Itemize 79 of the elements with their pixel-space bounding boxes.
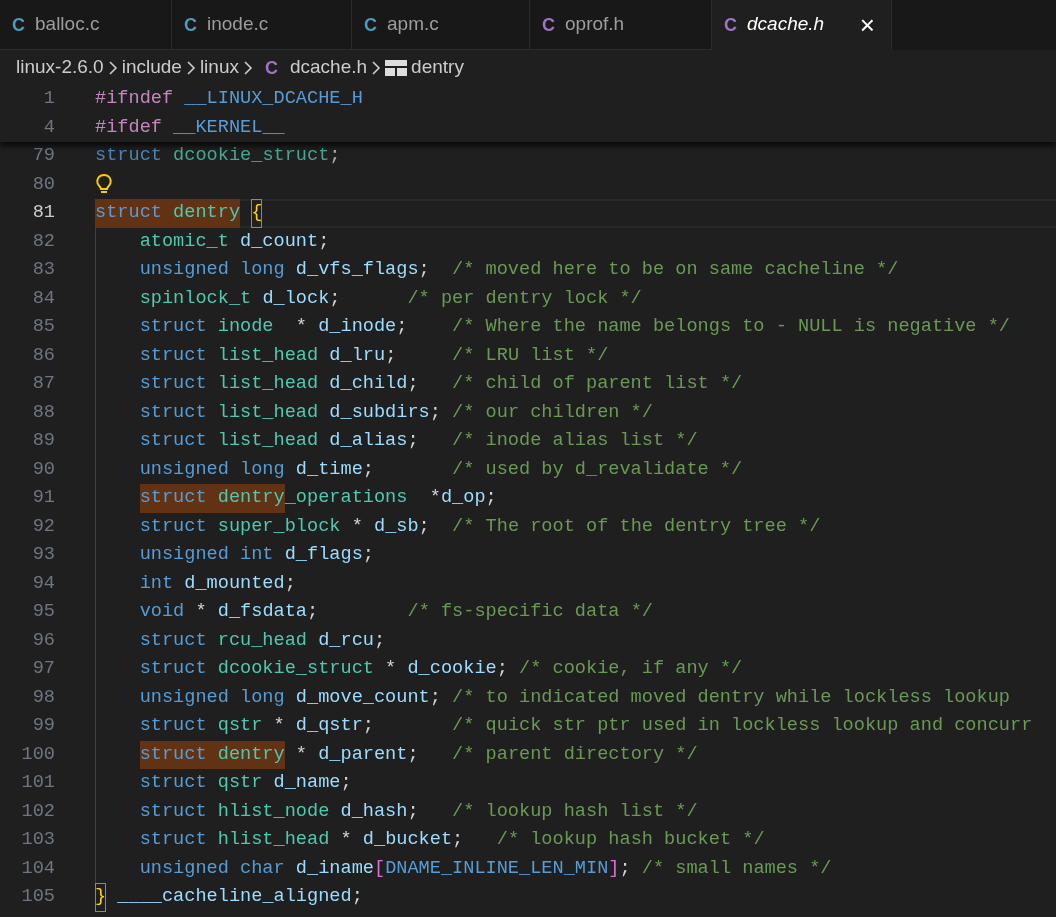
line-number: 100 (20, 742, 55, 767)
line-number: 1 (42, 87, 55, 112)
code-line: struct list_head d_lru; /* LRU list */ (95, 341, 609, 370)
code-line: unsigned char d_iname[DNAME_INLINE_LEN_MIN]; /* small names */ (95, 854, 832, 883)
code-line: struct list_head d_alias; /* inode alias list */ (95, 427, 698, 456)
editor-tab[interactable]: C inode.c (172, 0, 352, 50)
line-number: 84 (31, 286, 55, 311)
struct-icon (385, 58, 408, 77)
c-file-icon: C (264, 58, 278, 77)
code-line: struct dentry * d_parent; /* parent directory */ (95, 740, 698, 769)
editor-tab[interactable]: C balloc.c (0, 0, 172, 50)
line-number: 85 (31, 315, 55, 340)
code-line: struct super_block * d_sb; /* The root of the dentry tree */ (95, 512, 821, 541)
line-number: 98 (31, 685, 55, 710)
code-line: #ifndef __LINUX_DCACHE_H (95, 87, 363, 111)
code-line: atomic_t d_count; (95, 227, 330, 256)
line-number: 103 (20, 828, 55, 853)
line-number: 83 (31, 258, 55, 283)
code-line: struct list_head d_child; /* child of parent list */ (95, 370, 743, 399)
breadcrumb-item[interactable]: linux-2.6.0 (16, 53, 104, 82)
line-number: 91 (31, 486, 55, 511)
code-line: struct qstr * d_qstr; /* quick str ptr used in lockless lookup and concurr (95, 712, 1033, 741)
breadcrumb-item[interactable]: include (121, 53, 182, 82)
code-line: struct inode * d_inode; /* Where the name belongs to - NULL is negative */ (95, 313, 1010, 342)
line-number: 82 (31, 229, 55, 254)
close-button[interactable]: × (855, 11, 879, 38)
chevron-icon (242, 59, 253, 76)
line-number: 89 (31, 429, 55, 454)
breadcrumb-item[interactable]: dcache.h (289, 53, 368, 82)
line-number: 81 (31, 201, 55, 226)
line-number: 102 (20, 799, 55, 824)
c-file-icon: C (12, 15, 25, 34)
code-line: struct qstr d_name; (95, 769, 352, 798)
line-number: 94 (31, 571, 55, 596)
code-line: unsigned int d_flags; (95, 541, 374, 570)
line-number: 96 (31, 628, 55, 653)
line-number: 88 (31, 400, 55, 425)
editor-tab[interactable]: C apm.c (352, 0, 530, 50)
code-line: unsigned long d_time; /* used by d_revalidate */ (95, 455, 743, 484)
c-file-icon: C (724, 15, 737, 34)
code-line: struct dcookie_struct * d_cookie; /* cookie, if any */ (95, 655, 743, 684)
line-number: 86 (31, 343, 55, 368)
editor-tab[interactable]: C oprof.h (530, 0, 712, 50)
line-number: 97 (31, 657, 55, 682)
chevron-icon (185, 59, 196, 76)
chevron-icon (107, 59, 118, 76)
code-line: spinlock_t d_lock; /* per dentry lock */ (95, 284, 642, 313)
c-file-icon: C (542, 15, 555, 34)
line-number: 4 (42, 115, 55, 140)
editor-tab[interactable]: C dcache.h × (712, 0, 892, 50)
code-line: unsigned long d_move_count; /* to indicated moved dentry while lockless lookup (95, 683, 1010, 712)
code-line: void * d_fsdata; /* fs-specific data */ (95, 598, 653, 627)
code-line: } ____cacheline_aligned; (95, 883, 363, 912)
line-number: 105 (20, 885, 55, 910)
code-line: unsigned long d_vfs_flags; /* moved here to be on same cacheline */ (95, 256, 899, 285)
line-number: 101 (20, 771, 55, 796)
line-number: 90 (31, 457, 55, 482)
c-file-icon: C (364, 15, 377, 34)
breadcrumb-item[interactable]: linux (199, 53, 239, 82)
line-number: 87 (31, 372, 55, 397)
code-line: struct hlist_node d_hash; /* lookup hash list */ (95, 797, 698, 826)
code-line: int d_mounted; (95, 569, 296, 598)
code-line: struct dentry { (95, 199, 1056, 228)
c-file-icon: C (184, 15, 197, 34)
code-line: struct hlist_head * d_bucket; /* lookup hash bucket */ (95, 826, 765, 855)
code-line: struct dcookie_struct; (95, 144, 341, 168)
line-number: 104 (20, 856, 55, 881)
code-line: #ifdef __KERNEL__ (95, 115, 285, 140)
line-number: 79 (31, 144, 55, 169)
chevron-icon (371, 59, 382, 76)
breadcrumb-item[interactable]: dentry (411, 53, 464, 82)
line-number: 99 (31, 714, 55, 739)
line-number: 80 (31, 172, 55, 197)
line-number: 95 (31, 600, 55, 625)
code-line: struct rcu_head d_rcu; (95, 626, 386, 655)
code-line: struct dentry_operations *d_op; (95, 484, 497, 513)
code-line: struct list_head d_subdirs; /* our children */ (95, 398, 653, 427)
line-number: 93 (31, 543, 55, 568)
line-number: 92 (31, 514, 55, 539)
